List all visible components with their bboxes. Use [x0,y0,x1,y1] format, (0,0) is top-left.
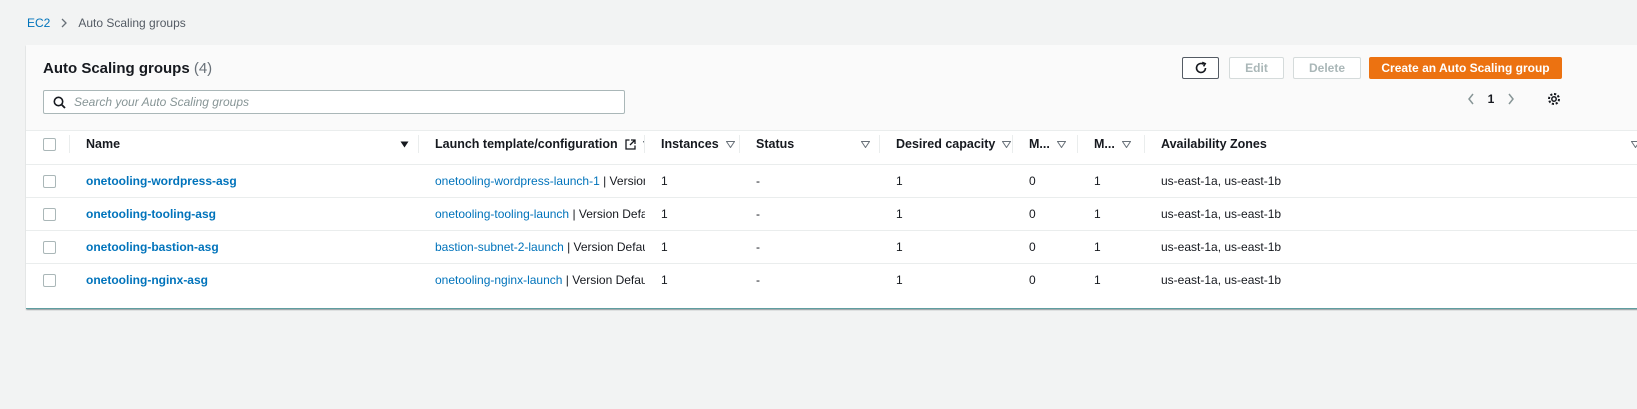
column-header-instances[interactable]: Instances [645,124,740,165]
search-input[interactable] [72,94,596,110]
column-label: Name [86,137,121,151]
availability-zones-cell: us-east-1a, us-east-1b [1161,240,1282,254]
column-label: M... [1029,137,1050,151]
refresh-icon [1194,61,1208,75]
desired-capacity-cell: 1 [896,174,903,188]
column-header-name[interactable]: Name [70,124,419,165]
status-cell: - [756,240,760,254]
table-row[interactable]: onetooling-nginx-asg onetooling-nginx-la… [26,263,1637,296]
column-label: Availability Zones [1161,137,1267,151]
max-cell: 1 [1094,207,1101,221]
row-checkbox[interactable] [43,207,56,221]
auto-scaling-groups-panel: Auto Scaling groups (4) Edit Delete Crea… [26,45,1637,309]
table-header-row: Name Launch template/configuration Insta… [26,124,1637,165]
breadcrumb-ec2-link[interactable]: EC2 [27,16,50,30]
launch-version-text: | Version Default [567,240,645,254]
availability-zones-cell: us-east-1a, us-east-1b [1161,207,1282,221]
row-checkbox[interactable] [43,174,56,188]
delete-button[interactable]: Delete [1293,57,1361,79]
row-checkbox[interactable] [43,273,56,287]
table-row[interactable]: onetooling-bastion-asg bastion-subnet-2-… [26,230,1637,264]
chevron-right-icon[interactable] [1501,93,1521,105]
desired-capacity-cell: 1 [896,240,903,254]
sort-caret-icon[interactable] [725,140,735,148]
chevron-right-icon [60,18,68,28]
max-cell: 1 [1094,273,1101,287]
gear-icon[interactable] [1547,92,1561,106]
refresh-button[interactable] [1182,57,1219,79]
status-cell: - [756,207,760,221]
auto-scaling-groups-table: Name Launch template/configuration Insta… [26,124,1637,296]
page-number[interactable]: 1 [1481,92,1501,106]
sort-caret-icon[interactable] [1002,140,1012,148]
table-row[interactable]: onetooling-tooling-asg onetooling-toolin… [26,197,1637,231]
sort-caret-icon[interactable] [400,141,409,148]
launch-template-link[interactable]: onetooling-nginx-launch [435,273,562,287]
max-cell: 1 [1094,174,1101,188]
column-label: Desired capacity [896,137,996,151]
column-label: Instances [661,137,719,151]
availability-zones-cell: us-east-1a, us-east-1b [1161,273,1282,287]
asg-name-link[interactable]: onetooling-nginx-asg [86,273,208,287]
launch-version-text: | Version Defau [572,207,645,221]
instances-cell: 1 [661,273,668,287]
edit-button[interactable]: Edit [1229,57,1284,79]
status-cell: - [756,273,760,287]
search-box[interactable] [43,90,625,114]
asg-name-link[interactable]: onetooling-tooling-asg [86,207,216,221]
launch-version-text: | Version Default [562,273,645,287]
asg-name-link[interactable]: onetooling-bastion-asg [86,240,219,254]
sort-caret-icon[interactable] [861,140,870,148]
chevron-left-icon[interactable] [1461,93,1481,105]
breadcrumb-current: Auto Scaling groups [78,16,186,30]
external-link-icon [625,138,636,150]
min-cell: 0 [1029,207,1036,221]
title-count: (4) [193,60,213,77]
max-cell: 1 [1094,240,1101,254]
select-all-checkbox[interactable] [43,137,56,151]
column-label: Launch template/configuration [435,137,618,151]
sort-caret-icon[interactable] [1121,140,1131,148]
row-checkbox[interactable] [43,240,56,254]
sort-caret-icon[interactable] [1631,140,1637,148]
search-icon [53,96,66,109]
column-header-status[interactable]: Status [740,124,880,165]
column-header-availability-zones[interactable]: Availability Zones [1145,124,1637,165]
column-header-max[interactable]: M... [1078,124,1145,165]
column-header-min[interactable]: M... [1013,124,1078,165]
launch-version-text: | Version [599,174,645,188]
min-cell: 0 [1029,174,1036,188]
instances-cell: 1 [661,207,668,221]
launch-template-link[interactable]: bastion-subnet-2-launch [435,240,564,254]
column-header-desired-capacity[interactable]: Desired capacity [880,124,1013,165]
page-title: Auto Scaling groups (4) [43,60,212,77]
column-label: Status [756,137,795,151]
sort-caret-icon[interactable] [1056,140,1066,148]
status-cell: - [756,174,760,188]
availability-zones-cell: us-east-1a, us-east-1b [1161,174,1282,188]
breadcrumb: EC2 Auto Scaling groups [27,16,186,30]
instances-cell: 1 [661,174,668,188]
desired-capacity-cell: 1 [896,273,903,287]
asg-name-link[interactable]: onetooling-wordpress-asg [86,174,237,188]
create-auto-scaling-group-button[interactable]: Create an Auto Scaling group [1369,57,1562,79]
table-row[interactable]: onetooling-wordpress-asg onetooling-word… [26,164,1637,198]
title-text: Auto Scaling groups [43,60,190,77]
min-cell: 0 [1029,240,1036,254]
column-header-launch-template[interactable]: Launch template/configuration [419,124,645,165]
instances-cell: 1 [661,240,668,254]
desired-capacity-cell: 1 [896,207,903,221]
pagination: 1 [1461,92,1521,106]
column-label: M... [1094,137,1115,151]
min-cell: 0 [1029,273,1036,287]
launch-template-link[interactable]: onetooling-wordpress-launch-1 [435,174,600,188]
launch-template-link[interactable]: onetooling-tooling-launch [435,207,569,221]
